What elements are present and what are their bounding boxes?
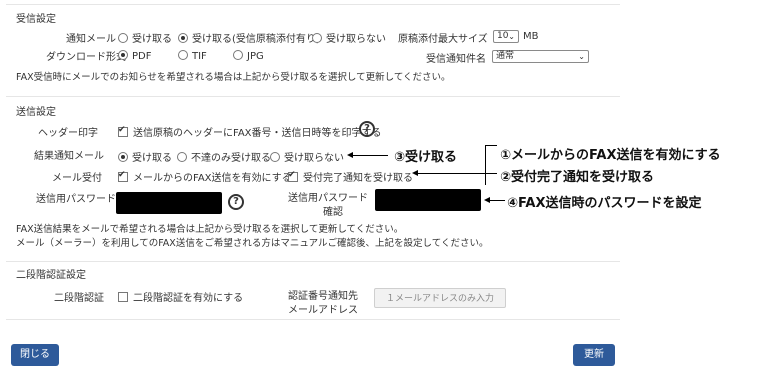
notify-mail-label: 通知メール	[66, 34, 116, 45]
header-print-label: ヘッダー印字	[38, 128, 98, 139]
twofactor-divider	[6, 261, 620, 262]
password-confirm-label-2: 確認	[323, 207, 343, 218]
max-size-select[interactable]: 10 ⌄	[493, 30, 519, 43]
twofactor-email-input[interactable]: １メールアドレスのみ入力	[374, 288, 506, 308]
notify-radio-receive-attach[interactable]: 受け取る(受信原稿添付有り)	[178, 30, 320, 45]
annotation-bracket	[485, 145, 486, 185]
subject-label: 受信通知件名	[426, 54, 486, 65]
close-button[interactable]: 閉じる	[11, 344, 59, 366]
twofactor-section-title: 二段階認証設定	[16, 270, 86, 281]
send-note-1: FAX送信結果をメールで希望される場合は上記から受け取るを選択して更新してくださ…	[16, 224, 404, 235]
complete-notify-checkbox[interactable]: 受付完了通知を受け取る	[288, 169, 413, 184]
bottom-divider	[6, 319, 620, 320]
mail-fax-enable-checkbox[interactable]: メールからのFAX送信を有効にする	[118, 169, 292, 184]
max-size-label: 原稿添付最大サイズ	[398, 34, 488, 45]
annotation-line-3	[352, 155, 388, 156]
help-icon[interactable]: ?	[228, 194, 244, 210]
twofactor-label: 二段階認証	[54, 293, 104, 304]
password-label: 送信用パスワード	[36, 194, 116, 205]
password-input[interactable]	[116, 192, 222, 214]
header-print-checkbox[interactable]: 送信原稿のヘッダーにFAX番号・送信日時等を印字する	[118, 124, 382, 139]
help-icon[interactable]: ?	[359, 121, 375, 137]
notify-radio-receive[interactable]: 受け取る	[118, 30, 172, 45]
chevron-down-icon: ⌄	[578, 52, 585, 61]
annotation-3: ③受け取る	[394, 150, 458, 165]
subject-select[interactable]: 通常 ⌄	[492, 50, 589, 63]
result-radio-none[interactable]: 受け取らない	[270, 149, 344, 164]
chevron-down-icon: ⌄	[508, 32, 515, 41]
receive-section-title: 受信設定	[16, 14, 56, 25]
annotation-line-2	[417, 173, 481, 174]
download-radio-jpg[interactable]: JPG	[233, 50, 264, 62]
max-size-unit: MB	[523, 31, 539, 42]
password-confirm-input[interactable]	[375, 189, 481, 211]
twofactor-enable-checkbox[interactable]: 二段階認証を有効にする	[118, 289, 243, 304]
annotation-2: ②受付完了通知を受け取る	[500, 170, 655, 185]
annotation-bracket-mid	[481, 173, 497, 174]
result-mail-label: 結果通知メール	[34, 151, 104, 162]
top-divider	[6, 4, 620, 5]
download-format-label: ダウンロード形式	[46, 52, 126, 63]
download-radio-pdf[interactable]: PDF	[118, 50, 151, 62]
annotation-4: ④FAX送信時のパスワードを設定	[507, 196, 702, 211]
annotation-line-4	[489, 200, 505, 201]
twofactor-dest-label-2: メールアドレス	[288, 305, 358, 316]
password-confirm-label: 送信用パスワード	[288, 193, 368, 204]
receive-note: FAX受信時にメールでのお知らせを希望される場合は上記から受け取るを選択して更新…	[16, 72, 451, 83]
notify-radio-none[interactable]: 受け取らない	[312, 30, 386, 45]
send-section-title: 送信設定	[16, 107, 56, 118]
annotation-1: ①メールからのFAX送信を有効にする	[500, 148, 721, 163]
send-note-2: メール（メーラー）を利用してのFAX送信をご希望される方はマニュアルご確認後、上…	[16, 238, 489, 249]
mail-accept-label: メール受付	[52, 173, 102, 184]
download-radio-tif[interactable]: TIF	[178, 50, 207, 62]
twofactor-dest-label: 認証番号通知先	[288, 291, 358, 302]
send-divider	[6, 96, 620, 97]
result-radio-receive[interactable]: 受け取る	[118, 149, 172, 164]
update-button[interactable]: 更新	[573, 344, 615, 366]
result-radio-failed-only[interactable]: 不達のみ受け取る	[177, 149, 271, 164]
annotation-bracket-top	[485, 145, 497, 146]
